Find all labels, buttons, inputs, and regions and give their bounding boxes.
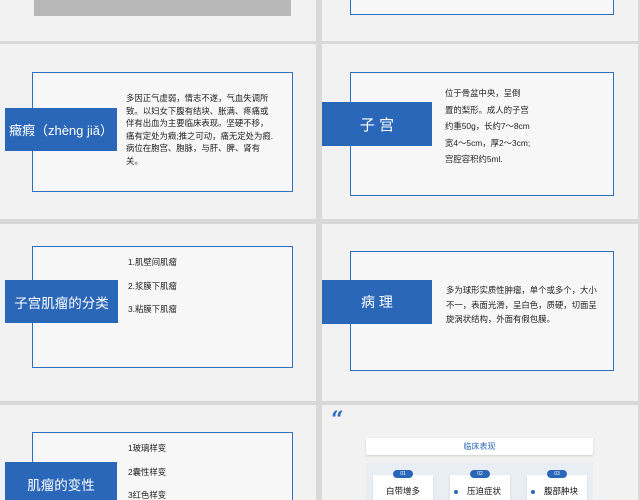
degeneration-list: 1玻璃样变 2囊性样变 3红色样变 xyxy=(128,442,278,500)
uterus-title: 子 宫 xyxy=(322,102,432,146)
uterus-line: 约重50g，长约7～8cm xyxy=(445,121,530,131)
slide-definition-thumbnail[interactable]: 癥瘕（zhèng jiǎ） 多因正气虚弱，情志不遂，气血失调所致。以妇女下腹有结… xyxy=(0,44,316,219)
pathology-text: 多为球形实质性肿瘤，单个或多个，大小不一，表面光滑，呈白色，质硬，切面呈旋涡状结… xyxy=(446,285,597,324)
pathology-title: 病 理 xyxy=(322,280,432,324)
symptom-tag: 01 xyxy=(393,470,413,478)
classification-list: 1.肌壁间肌瘤 2.浆膜下肌瘤 3.粘膜下肌瘤 xyxy=(128,256,278,327)
classification-item: 3.粘膜下肌瘤 xyxy=(128,304,177,315)
degeneration-title: 肌瘤的变性 xyxy=(5,462,117,500)
symptom-card: 01 白带增多 xyxy=(373,470,433,500)
slide-degeneration-thumbnail[interactable]: 肌瘤的变性 1玻璃样变 2囊性样变 3红色样变 xyxy=(0,405,316,500)
slide-pathology-thumbnail[interactable]: 病 理 多为球形实质性肿瘤，单个或多个，大小不一，表面光滑，呈白色，质硬，切面呈… xyxy=(322,224,638,401)
uterus-line: 置的梨形。成人的子宫 xyxy=(445,104,529,115)
classification-item: 1.肌壁间肌瘤 xyxy=(128,257,177,267)
classification-title: 子宫肌瘤的分类 xyxy=(5,280,118,323)
uterus-line: 宫腔容积约5ml. xyxy=(445,154,503,164)
symptom-text: 白带增多 xyxy=(385,486,420,496)
uterus-line: 位于骨盆中央，呈倒 xyxy=(445,88,521,98)
symptom-tag: 03 xyxy=(547,470,567,478)
slide-1-thumbnail[interactable] xyxy=(0,0,316,41)
uterus-text: 位于骨盆中央，呈倒 置的梨形。成人的子宫 约重50g，长约7～8cm 宽4～5c… xyxy=(445,85,595,168)
symptom-text: 腹部肿块 xyxy=(543,486,578,496)
slide-2-thumbnail[interactable] xyxy=(322,0,638,41)
degeneration-item: 1玻璃样变 xyxy=(128,443,167,453)
slide-1-image-placeholder xyxy=(34,0,291,16)
degeneration-item: 2囊性样变 xyxy=(128,466,167,477)
slide-classification-thumbnail[interactable]: 子宫肌瘤的分类 1.肌壁间肌瘤 2.浆膜下肌瘤 3.粘膜下肌瘤 xyxy=(0,224,316,401)
classification-item: 2.浆膜下肌瘤 xyxy=(128,280,177,291)
definition-text: 多因正气虚弱，情志不遂，气血失调所致。以妇女下腹有结块、胀满、疼痛或伴有出血为主… xyxy=(126,93,274,166)
definition-title: 癥瘕（zhèng jiǎ） xyxy=(5,108,117,151)
symptom-text: 压迫症状 xyxy=(466,486,501,496)
clinical-title: 临床表现 xyxy=(366,438,593,455)
slide-uterus-thumbnail[interactable]: 子 宫 位于骨盆中央，呈倒 置的梨形。成人的子宫 约重50g，长约7～8cm 宽… xyxy=(322,44,638,219)
uterus-line: 宽4～5cm，厚2～3cm; xyxy=(445,137,531,148)
degeneration-item: 3红色样变 xyxy=(128,490,167,500)
symptom-card: 03 腹部肿块 xyxy=(527,470,587,500)
quote-mark-icon: “ xyxy=(331,407,344,433)
slide-clinical-thumbnail[interactable]: “ 临床表现 01 白带增多 02 压迫症状 03 腹部肿块 xyxy=(322,405,638,500)
symptom-card: 02 压迫症状 xyxy=(450,470,510,500)
symptom-tag: 02 xyxy=(470,470,490,478)
slide-2-frame xyxy=(350,0,614,15)
